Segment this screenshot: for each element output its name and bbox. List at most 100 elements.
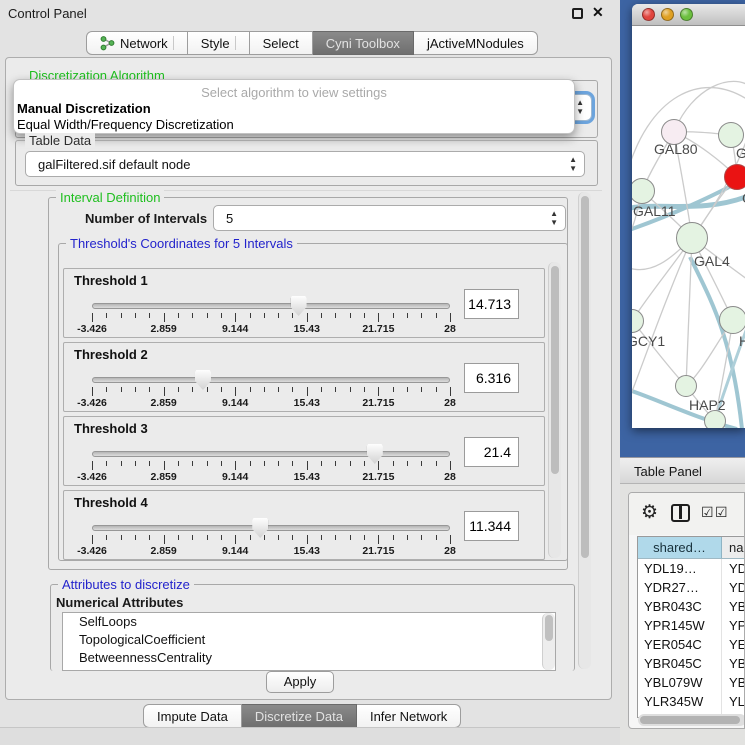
table-data-combo[interactable]: galFiltered.sif default node ▲▼: [25, 151, 585, 177]
tick-label: 21.715: [362, 545, 394, 557]
table-row[interactable]: YBL079WYBL0: [638, 673, 745, 692]
table-horizontal-scrollbar[interactable]: [638, 714, 745, 726]
attribute-list-item[interactable]: SelfLoops: [63, 613, 555, 631]
tick-mark: [364, 535, 365, 540]
checkbox-icon[interactable]: ☑: [701, 504, 714, 521]
tab-cyni-toolbox[interactable]: Cyni Toolbox: [313, 31, 414, 55]
threshold-value-field[interactable]: 21.4: [464, 437, 519, 467]
tick-mark: [278, 461, 279, 466]
slider-tick-labels: -3.4262.8599.14415.4321.71528: [92, 397, 450, 409]
attributes-list-scrollbar-thumb[interactable]: [545, 615, 553, 641]
network-node[interactable]: [676, 222, 708, 254]
tick-mark: [121, 535, 122, 540]
tab-select[interactable]: Select: [250, 31, 313, 55]
cell-name: YDL1: [722, 559, 745, 578]
table-data-combo-value: galFiltered.sif default node: [38, 157, 190, 172]
network-node[interactable]: [675, 375, 697, 397]
close-traffic-light-icon[interactable]: [642, 8, 655, 21]
tick-mark: [250, 387, 251, 392]
split-columns-icon[interactable]: [671, 504, 690, 522]
table-row[interactable]: YDR27…YDR2: [638, 578, 745, 597]
float-window-icon[interactable]: [572, 8, 583, 19]
table-horizontal-scrollbar-thumb[interactable]: [640, 716, 740, 724]
tick-mark: [307, 535, 308, 544]
network-node[interactable]: [704, 410, 726, 428]
network-canvas[interactable]: GAL80GACGAL11GAL4GCY1HHAP2: [632, 27, 745, 428]
column-header-shared-name[interactable]: shared…: [638, 537, 722, 558]
tick-mark: [307, 461, 308, 470]
tick-label: -3.426: [77, 471, 107, 483]
cell-shared-name: YBR043C: [638, 597, 722, 616]
tab-network[interactable]: Network: [86, 31, 188, 55]
apply-button[interactable]: Apply: [266, 671, 334, 693]
thresholds-scrollbar[interactable]: [548, 262, 561, 558]
slider-tick-labels: -3.4262.8599.14415.4321.71528: [92, 323, 450, 335]
tick-mark: [450, 461, 451, 470]
cell-shared-name: YPR145W: [638, 616, 722, 635]
network-icon: [100, 36, 115, 51]
table-panel-title: Table Panel: [634, 464, 702, 479]
network-node-label: GA: [736, 145, 745, 161]
tick-mark: [407, 461, 408, 466]
tab-style[interactable]: Style: [188, 31, 250, 55]
tick-label: 15.43: [294, 545, 320, 557]
threshold-slider-track[interactable]: [92, 377, 450, 383]
slider-ticks: [92, 313, 450, 323]
tick-mark: [307, 387, 308, 396]
table-row[interactable]: YBR043CYBR0: [638, 597, 745, 616]
table-row[interactable]: YPR145WYPR1: [638, 616, 745, 635]
tick-mark: [250, 535, 251, 540]
option-equal-width-frequency[interactable]: Equal Width/Frequency Discretization: [17, 117, 234, 132]
combo-stepper-icon: ▲▼: [550, 209, 558, 227]
tab-impute-data[interactable]: Impute Data: [143, 704, 242, 728]
tick-mark: [121, 313, 122, 318]
settings-scrollbar[interactable]: [578, 192, 591, 669]
tick-mark: [164, 387, 165, 396]
attribute-list-item[interactable]: TopologicalCoefficient: [63, 631, 555, 649]
checkbox-icon[interactable]: ☑: [715, 504, 728, 521]
tab-discretize-data[interactable]: Discretize Data: [242, 704, 357, 728]
cell-name: YDR2: [722, 578, 745, 597]
cell-shared-name: YER054C: [638, 635, 722, 654]
column-header-name[interactable]: na: [722, 537, 745, 558]
tick-mark: [121, 387, 122, 392]
tab-jactivemnodules[interactable]: jActiveMNodules: [414, 31, 538, 55]
table-row[interactable]: YER054CYER0: [638, 635, 745, 654]
tick-mark: [149, 461, 150, 466]
threshold-value-field[interactable]: 14.713: [464, 289, 519, 319]
tab-discretize-data-label: Discretize Data: [255, 709, 343, 724]
thresholds-scrollbar-thumb[interactable]: [551, 266, 559, 474]
threshold-value-field[interactable]: 6.316: [464, 363, 519, 393]
threshold-title: Threshold 3: [74, 421, 148, 436]
tab-infer-network[interactable]: Infer Network: [357, 704, 461, 728]
table-row[interactable]: YDL19…YDL1: [638, 559, 745, 578]
table-row[interactable]: YLR345WYLR3: [638, 692, 745, 711]
option-manual-discretization[interactable]: Manual Discretization: [17, 101, 151, 116]
network-node[interactable]: [719, 306, 745, 334]
settings-scrollbar-thumb[interactable]: [581, 196, 589, 558]
node-table: shared… na YDL19…YDL1YDR27…YDR2YBR043CYB…: [637, 536, 745, 718]
gear-icon[interactable]: ⚙: [641, 501, 658, 524]
attribute-list-item[interactable]: BetweennessCentrality: [63, 649, 555, 667]
tab-impute-data-label: Impute Data: [157, 709, 228, 724]
network-node-label: H: [739, 333, 745, 349]
tab-separator: [235, 36, 236, 50]
threshold-slider-track[interactable]: [92, 525, 450, 531]
tick-label: 21.715: [362, 397, 394, 409]
attributes-list-scrollbar[interactable]: [542, 613, 555, 670]
threshold-slider-track[interactable]: [92, 303, 450, 309]
number-of-intervals-combo[interactable]: 5 ▲▼: [213, 205, 566, 231]
minimize-traffic-light-icon[interactable]: [661, 8, 674, 21]
slider-tick-labels: -3.4262.8599.14415.4321.71528: [92, 471, 450, 483]
close-icon[interactable]: ✕: [592, 4, 604, 21]
threshold-slider-track[interactable]: [92, 451, 450, 457]
tick-mark: [407, 387, 408, 392]
bottom-tab-bar: Impute Data Discretize Data Infer Networ…: [143, 704, 461, 728]
tick-label: 15.43: [294, 323, 320, 335]
zoom-traffic-light-icon[interactable]: [680, 8, 693, 21]
tick-mark: [407, 535, 408, 540]
network-node[interactable]: [724, 164, 745, 190]
tick-mark: [292, 535, 293, 540]
table-row[interactable]: YBR045CYBR0: [638, 654, 745, 673]
threshold-value-field[interactable]: 11.344: [464, 511, 519, 541]
